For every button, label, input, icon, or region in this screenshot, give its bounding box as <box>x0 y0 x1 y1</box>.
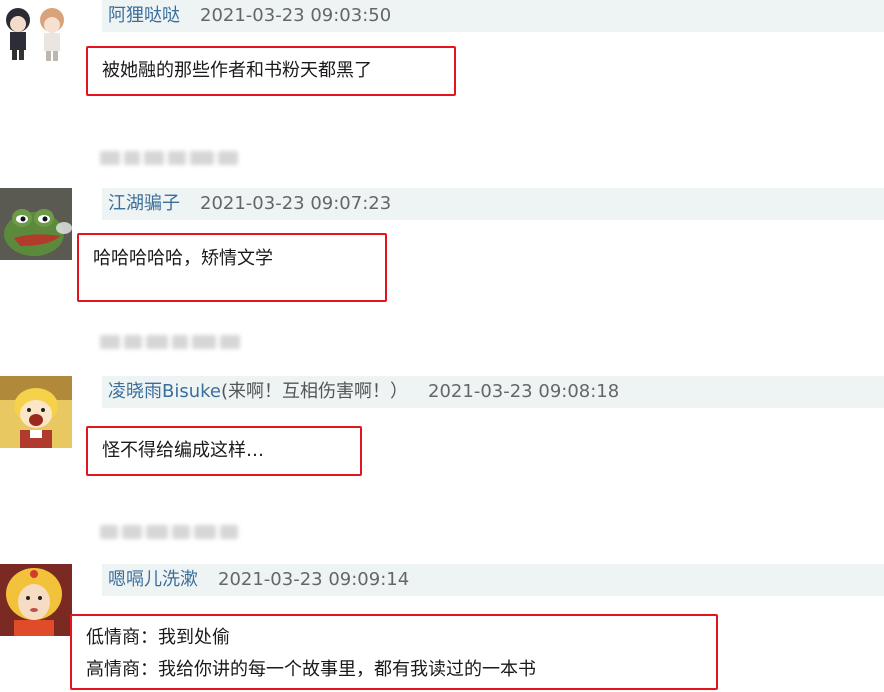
comment-body-highlighted: 被她融的那些作者和书粉天都黑了 <box>86 46 456 96</box>
blurred-reply-placeholder <box>100 148 238 168</box>
blonde-girl-avatar-icon <box>0 564 72 636</box>
comment-text: 哈哈哈哈哈，矫情文学 <box>93 248 273 269</box>
comment-body-highlighted: 低情商：我到处偷 高情商：我给你讲的每一个故事里，都有我读过的一本书 <box>70 614 718 690</box>
avatar[interactable] <box>0 0 72 72</box>
comment-text: 被她融的那些作者和书粉天都黑了 <box>102 60 372 81</box>
username-suffix: (来啊！互相伤害啊！） <box>221 381 409 402</box>
avatar[interactable] <box>0 376 72 448</box>
comment-item: 江湖骗子 2021-03-23 09:07:23 哈哈哈哈哈，矫情文学 <box>0 188 884 349</box>
comment-text-line-1: 低情商：我到处偷 <box>86 627 230 648</box>
timestamp: 2021-03-23 09:09:14 <box>218 569 410 590</box>
username-link[interactable]: 凌晓雨Bisuke <box>108 381 221 402</box>
comment-header: 凌晓雨Bisuke(来啊！互相伤害啊！） 2021-03-23 09:08:18 <box>102 376 884 408</box>
avatar[interactable] <box>0 188 72 260</box>
two-boys-chibi-avatar-icon <box>0 0 72 72</box>
timestamp: 2021-03-23 09:08:18 <box>428 381 620 402</box>
comment-header: 嗯嗝儿洗漱 2021-03-23 09:09:14 <box>102 564 884 596</box>
blurred-reply-placeholder <box>100 332 240 352</box>
username-link[interactable]: 江湖骗子 <box>108 193 180 214</box>
comment-header: 江湖骗子 2021-03-23 09:07:23 <box>102 188 884 220</box>
comment-item: 凌晓雨Bisuke(来啊！互相伤害啊！） 2021-03-23 09:08:18 … <box>0 376 884 539</box>
timestamp: 2021-03-23 09:07:23 <box>200 193 392 214</box>
comment-item: 阿狸哒哒 2021-03-23 09:03:50 被她融的那些作者和书粉天都黑了 <box>0 0 884 165</box>
shouting-cartoon-avatar-icon <box>0 376 72 448</box>
comment-header: 阿狸哒哒 2021-03-23 09:03:50 <box>102 0 884 32</box>
avatar[interactable] <box>0 564 72 636</box>
comment-item: 嗯嗝儿洗漱 2021-03-23 09:09:14 低情商：我到处偷 高情商：我给… <box>0 564 884 692</box>
username-link[interactable]: 阿狸哒哒 <box>108 5 180 26</box>
blurred-reply-placeholder <box>100 522 238 542</box>
comment-body-highlighted: 哈哈哈哈哈，矫情文学 <box>77 233 387 302</box>
pepe-frog-avatar-icon <box>0 188 72 260</box>
timestamp: 2021-03-23 09:03:50 <box>200 5 392 26</box>
comment-text: 怪不得给编成这样… <box>102 440 264 461</box>
comment-text-line-2: 高情商：我给你讲的每一个故事里，都有我读过的一本书 <box>86 659 536 680</box>
username-link[interactable]: 嗯嗝儿洗漱 <box>108 569 198 590</box>
comment-body-highlighted: 怪不得给编成这样… <box>86 426 362 476</box>
